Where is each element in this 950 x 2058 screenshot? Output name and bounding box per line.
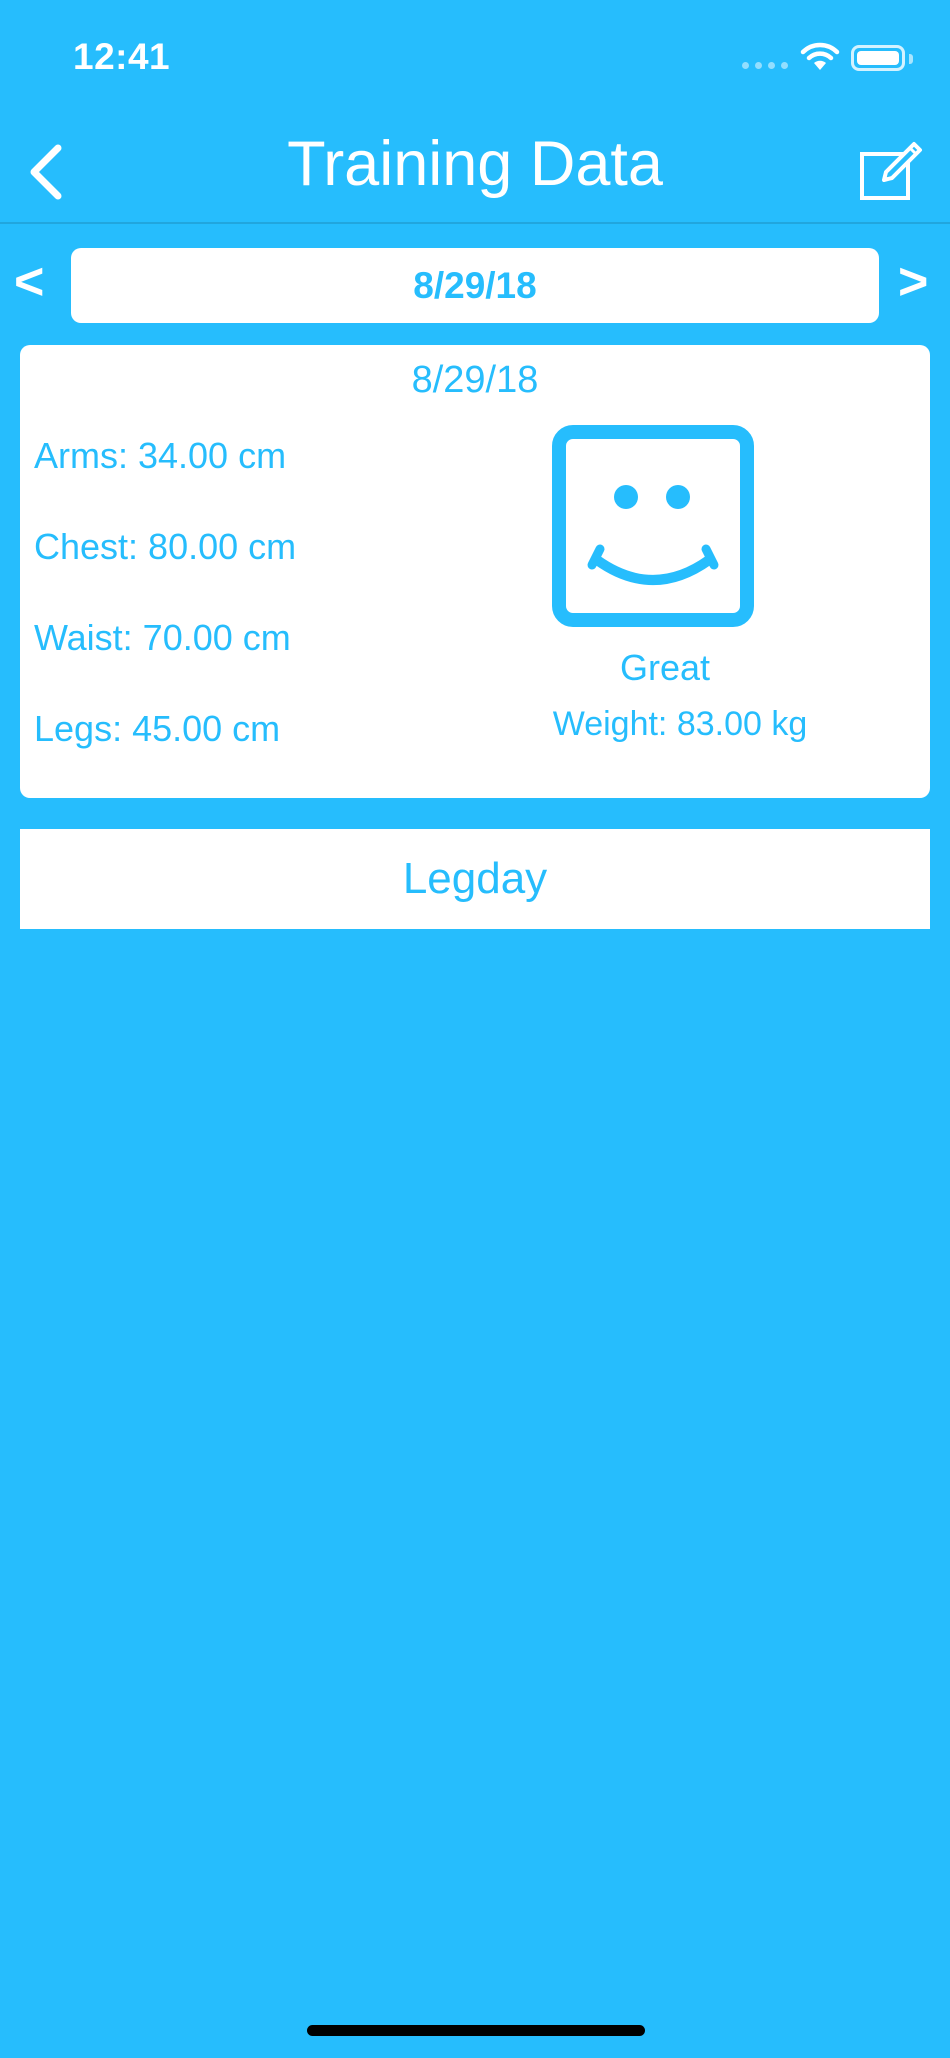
- wifi-icon: [800, 42, 840, 70]
- home-indicator: [307, 2025, 645, 2036]
- smiley-face-icon: [552, 425, 754, 627]
- status-bar: 12:41: [0, 0, 950, 118]
- arms-measurement: Arms: 34.00 cm: [34, 435, 287, 476]
- training-entry-card: 8/29/18 Arms: 34.00 cm Chest: 80.00 cm W…: [20, 345, 930, 798]
- navigation-bar: Training Data: [0, 118, 950, 224]
- battery-cap: [909, 54, 913, 64]
- battery-icon: [851, 45, 905, 71]
- mood-label: Great: [619, 647, 711, 688]
- weight-label: Weight: 83.00 kg: [552, 705, 808, 743]
- edit-icon[interactable]: [856, 134, 926, 204]
- next-date-button[interactable]: >: [898, 252, 928, 312]
- workout-item-button[interactable]: Legday: [20, 829, 930, 929]
- date-field[interactable]: 8/29/18: [71, 248, 879, 323]
- legs-measurement: Legs: 45.00 cm: [34, 708, 281, 749]
- chest-measurement: Chest: 80.00 cm: [34, 526, 297, 567]
- waist-measurement: Waist: 70.00 cm: [34, 617, 291, 658]
- cellular-signal-icon: [742, 62, 788, 69]
- page-title: Training Data: [287, 129, 663, 199]
- status-time: 12:41: [73, 36, 171, 77]
- previous-date-button[interactable]: <: [14, 252, 44, 312]
- entry-date: 8/29/18: [411, 359, 539, 401]
